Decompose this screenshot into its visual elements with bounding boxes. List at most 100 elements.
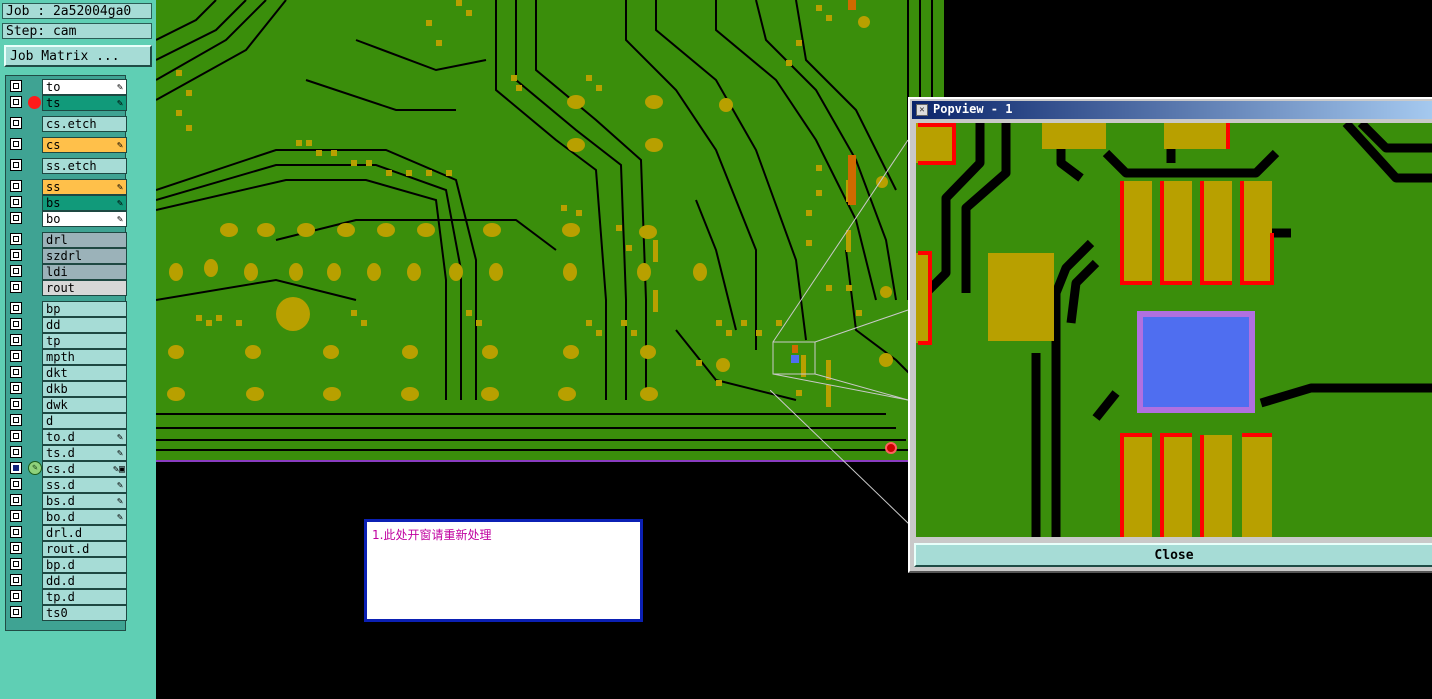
layer-checkbox[interactable] — [10, 494, 22, 506]
layer-row-mpth[interactable]: mpth — [9, 349, 127, 365]
layer-checkbox[interactable] — [10, 350, 22, 362]
layer-checkbox[interactable] — [10, 574, 22, 586]
layer-name[interactable]: drl.d — [42, 525, 127, 541]
layer-checkbox[interactable] — [10, 510, 22, 522]
layer-checkbox[interactable] — [10, 590, 22, 602]
layer-name[interactable]: cs ✎ — [42, 137, 127, 153]
layer-row-bo-d[interactable]: bo.d ✎ — [9, 509, 127, 525]
layer-name[interactable]: bs ✎ — [42, 195, 127, 211]
layer-checkbox[interactable] — [10, 117, 22, 129]
layer-row-ldi[interactable]: ldi — [9, 264, 127, 280]
layer-checkbox[interactable] — [10, 414, 22, 426]
layer-name[interactable]: ts ✎ — [42, 95, 127, 111]
layer-name[interactable]: tp — [42, 333, 127, 349]
layer-checkbox[interactable] — [10, 138, 22, 150]
layer-name[interactable]: rout.d — [42, 541, 127, 557]
layer-row-ss[interactable]: ss ✎ — [9, 179, 127, 195]
layer-name[interactable]: mpth — [42, 349, 127, 365]
layer-name[interactable]: ss.d ✎ — [42, 477, 127, 493]
layer-name[interactable]: ss ✎ — [42, 179, 127, 195]
layer-row-dkt[interactable]: dkt — [9, 365, 127, 381]
layer-name[interactable]: bp — [42, 301, 127, 317]
layer-checkbox[interactable] — [10, 180, 22, 192]
layer-name[interactable]: bs.d ✎ — [42, 493, 127, 509]
layer-checkbox[interactable] — [10, 430, 22, 442]
layer-name[interactable]: drl — [42, 232, 127, 248]
job-matrix-button[interactable]: Job Matrix ... — [4, 45, 152, 67]
layer-name[interactable]: ts0 — [42, 605, 127, 621]
layer-checkbox[interactable] — [10, 80, 22, 92]
layer-name[interactable]: dkt — [42, 365, 127, 381]
layer-name[interactable]: cs.etch — [42, 116, 127, 132]
layer-row-dwk[interactable]: dwk — [9, 397, 127, 413]
layer-name[interactable]: bp.d — [42, 557, 127, 573]
layer-name[interactable]: cs.d ✎▣ — [42, 461, 127, 477]
layer-row-dd[interactable]: dd — [9, 317, 127, 333]
layer-row-tp[interactable]: tp — [9, 333, 127, 349]
layer-row-dd-d[interactable]: dd.d — [9, 573, 127, 589]
layer-row-ts-d[interactable]: ts.d ✎ — [9, 445, 127, 461]
layer-checkbox[interactable] — [10, 281, 22, 293]
layer-row-cs[interactable]: cs ✎ — [9, 137, 127, 153]
layer-checkbox[interactable] — [10, 249, 22, 261]
layer-checkbox[interactable] — [10, 526, 22, 538]
layer-row-rout-d[interactable]: rout.d — [9, 541, 127, 557]
layer-checkbox[interactable] — [10, 96, 22, 108]
layer-checkbox[interactable] — [10, 302, 22, 314]
layer-row-dkb[interactable]: dkb — [9, 381, 127, 397]
layer-checkbox[interactable] — [10, 212, 22, 224]
layer-row-to[interactable]: to ✎ — [9, 79, 127, 95]
layer-row-ss-d[interactable]: ss.d ✎ — [9, 477, 127, 493]
layer-row-tp-d[interactable]: tp.d — [9, 589, 127, 605]
layer-checkbox[interactable] — [10, 318, 22, 330]
layer-checkbox[interactable] — [10, 606, 22, 618]
layer-checkbox[interactable] — [10, 558, 22, 570]
layer-checkbox[interactable] — [10, 159, 22, 171]
layer-name[interactable]: tp.d — [42, 589, 127, 605]
layer-checkbox[interactable] — [10, 398, 22, 410]
layer-name[interactable]: to.d ✎ — [42, 429, 127, 445]
layer-row-szdrl[interactable]: szdrl — [9, 248, 127, 264]
layer-row-to-d[interactable]: to.d ✎ — [9, 429, 127, 445]
layer-name[interactable]: ldi — [42, 264, 127, 280]
layer-name[interactable]: ts.d ✎ — [42, 445, 127, 461]
layer-row-d[interactable]: d — [9, 413, 127, 429]
layer-name[interactable]: ss.etch — [42, 158, 127, 174]
layer-row-bs-d[interactable]: bs.d ✎ — [9, 493, 127, 509]
layer-checkbox[interactable] — [10, 233, 22, 245]
layer-row-rout[interactable]: rout — [9, 280, 127, 296]
layer-name[interactable]: dwk — [42, 397, 127, 413]
layer-name[interactable]: dkb — [42, 381, 127, 397]
layer-checkbox[interactable] — [10, 382, 22, 394]
layer-row-bs[interactable]: bs ✎ — [9, 195, 127, 211]
popview-titlebar[interactable]: ✕ Popview - 1 — [912, 101, 1432, 119]
layer-name[interactable]: d — [42, 413, 127, 429]
layer-name[interactable]: dd — [42, 317, 127, 333]
layer-row-cs-d[interactable]: ✎ cs.d ✎▣ — [9, 461, 127, 477]
layer-name[interactable]: dd.d — [42, 573, 127, 589]
layer-checkbox[interactable] — [10, 462, 22, 474]
layer-name[interactable]: bo ✎ — [42, 211, 127, 227]
layer-checkbox[interactable] — [10, 265, 22, 277]
layer-row-drl[interactable]: drl — [9, 232, 127, 248]
layer-row-ts0[interactable]: ts0 — [9, 605, 127, 621]
layer-row-ts[interactable]: ts ✎ — [9, 95, 127, 111]
layer-checkbox[interactable] — [10, 334, 22, 346]
layer-checkbox[interactable] — [10, 478, 22, 490]
layer-name[interactable]: szdrl — [42, 248, 127, 264]
layer-checkbox[interactable] — [10, 366, 22, 378]
layer-row-bo[interactable]: bo ✎ — [9, 211, 127, 227]
layer-name[interactable]: bo.d ✎ — [42, 509, 127, 525]
layer-row-drl-d[interactable]: drl.d — [9, 525, 127, 541]
layer-row-cs-etch[interactable]: cs.etch — [9, 116, 127, 132]
layer-checkbox[interactable] — [10, 196, 22, 208]
layer-row-bp[interactable]: bp — [9, 301, 127, 317]
layer-checkbox[interactable] — [10, 542, 22, 554]
close-button[interactable]: Close — [914, 543, 1432, 567]
layer-checkbox[interactable] — [10, 446, 22, 458]
layer-row-ss-etch[interactable]: ss.etch — [9, 158, 127, 174]
layer-name[interactable]: rout — [42, 280, 127, 296]
layer-row-bp-d[interactable]: bp.d — [9, 557, 127, 573]
layer-name[interactable]: to ✎ — [42, 79, 127, 95]
popview-zoom-canvas[interactable] — [916, 123, 1432, 537]
